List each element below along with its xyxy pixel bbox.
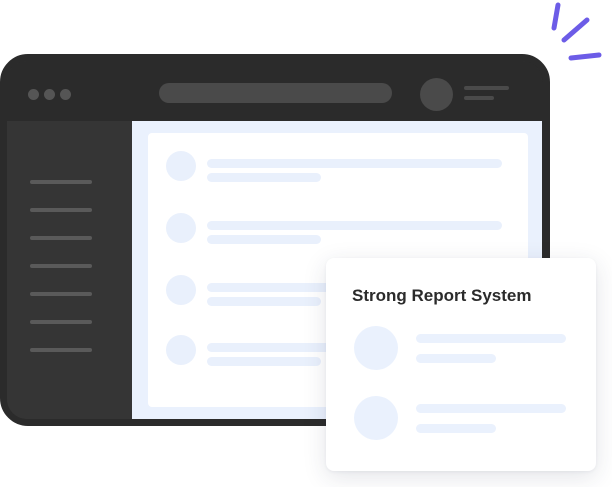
report-item-line <box>416 354 496 363</box>
report-item-line <box>416 404 566 413</box>
sidebar-item <box>30 348 92 352</box>
report-item-avatar <box>354 396 398 440</box>
sidebar-item <box>30 180 92 184</box>
menu-line <box>464 96 494 100</box>
illustration: Strong Report System <box>0 0 612 487</box>
sidebar <box>7 121 132 419</box>
browser-titlebar <box>7 61 542 121</box>
sidebar-item <box>30 208 92 212</box>
sparkle-icon <box>551 2 602 61</box>
list-item-line <box>207 297 321 306</box>
list-item-line <box>207 235 321 244</box>
window-dot-icon <box>44 89 55 100</box>
sidebar-item <box>30 264 92 268</box>
list-item-line <box>207 221 502 230</box>
report-item-avatar <box>354 326 398 370</box>
list-item-avatar <box>166 335 196 365</box>
avatar <box>420 78 453 111</box>
report-item-line <box>416 334 566 343</box>
report-card-title: Strong Report System <box>352 286 532 305</box>
sidebar-item <box>30 236 92 240</box>
window-dot-icon <box>60 89 71 100</box>
address-bar <box>159 83 392 103</box>
list-item-avatar <box>166 151 196 181</box>
report-card: Strong Report System <box>326 258 596 471</box>
list-item-line <box>207 159 502 168</box>
sidebar-item <box>30 292 92 296</box>
report-item-line <box>416 424 496 433</box>
list-item-avatar <box>166 275 196 305</box>
menu-line <box>464 86 509 90</box>
window-dot-icon <box>28 89 39 100</box>
sidebar-item <box>30 320 92 324</box>
list-item-line <box>207 173 321 182</box>
list-item-avatar <box>166 213 196 243</box>
list-item-line <box>207 357 321 366</box>
